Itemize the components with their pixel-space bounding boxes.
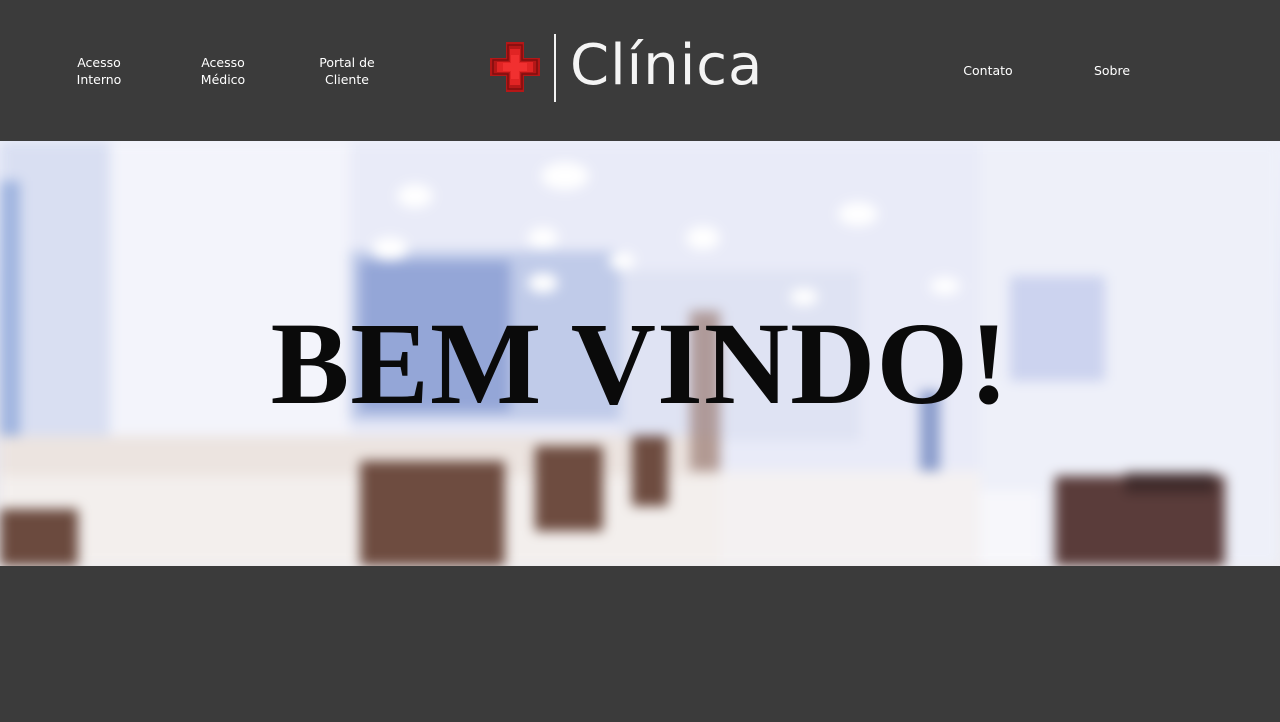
page-footer bbox=[0, 566, 1280, 722]
red-cross-icon bbox=[490, 42, 540, 92]
nav-sobre-link[interactable]: Sobre bbox=[1070, 62, 1154, 79]
nav-acesso-interno-link[interactable]: Acesso Interno bbox=[58, 54, 140, 88]
nav-portal-cliente-link[interactable]: Portal de Cliente bbox=[306, 54, 388, 88]
hero-banner: BEM VINDO! bbox=[0, 141, 1280, 566]
welcome-heading: BEM VINDO! bbox=[270, 298, 1010, 429]
clinic-logo[interactable]: Clínica bbox=[486, 32, 806, 104]
nav-contato-link[interactable]: Contato bbox=[946, 62, 1030, 79]
site-header: Acesso Interno Acesso Médico Portal de C… bbox=[0, 0, 1280, 141]
nav-acesso-medico-link[interactable]: Acesso Médico bbox=[182, 54, 264, 88]
logo-text: Clínica bbox=[570, 33, 764, 98]
logo-divider bbox=[554, 34, 556, 102]
page: Acesso Interno Acesso Médico Portal de C… bbox=[0, 0, 1280, 722]
